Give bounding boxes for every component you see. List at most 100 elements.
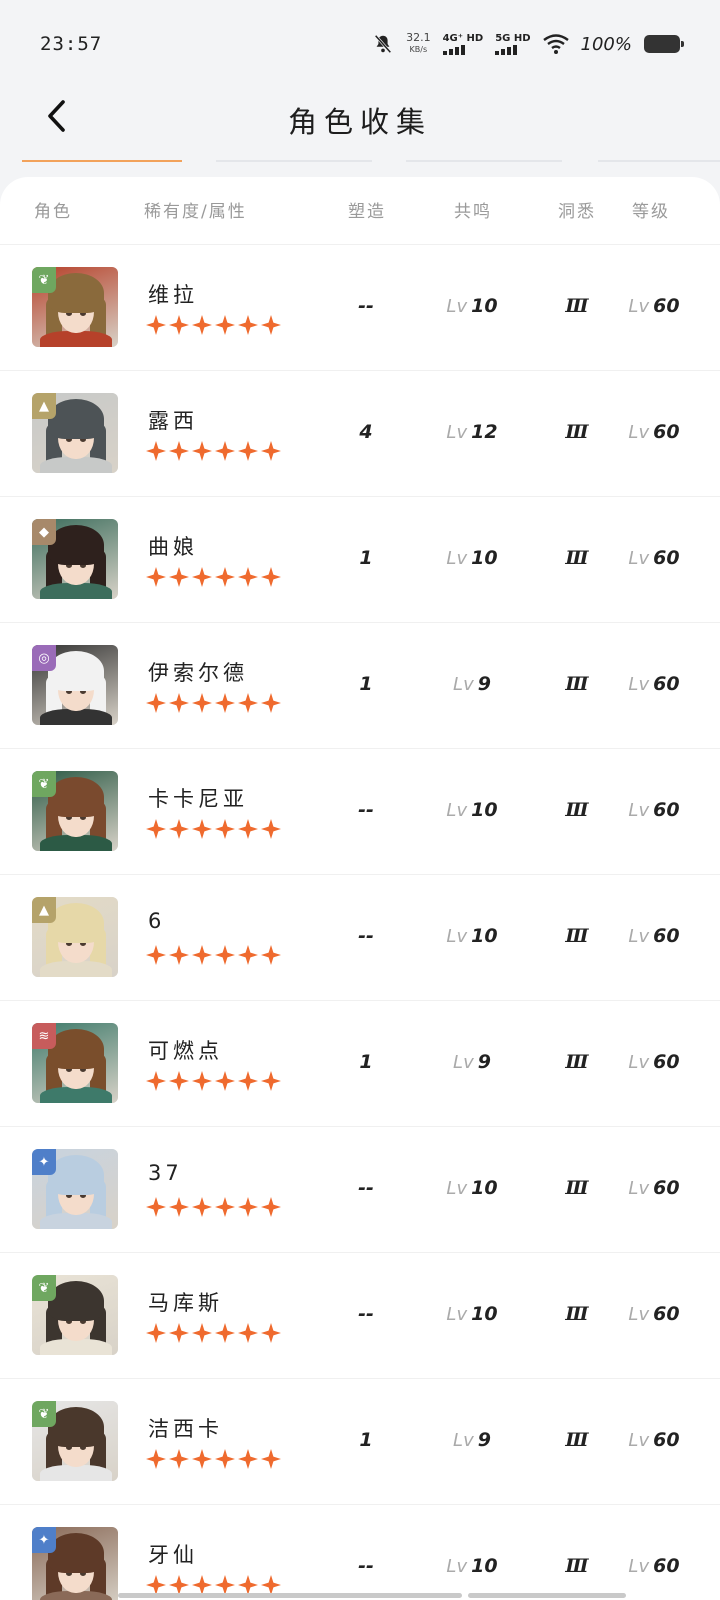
level-value: Lv 60: [628, 673, 679, 695]
insight-value: Ⅲ: [565, 295, 589, 317]
rarity-stars: [146, 315, 281, 335]
table-header: 角色 稀有度/属性 塑造 共鸣 洞悉 等级: [0, 177, 720, 245]
character-avatar[interactable]: ✦: [32, 1149, 118, 1229]
table-row[interactable]: ❦ 卡卡尼亚 -- Lv 10 Ⅲ Lv 60: [0, 749, 720, 875]
rarity-star-icon: [169, 1323, 189, 1343]
character-avatar[interactable]: ✦: [32, 1527, 118, 1600]
character-name: 马库斯: [148, 1291, 223, 1315]
rarity-star-icon: [169, 945, 189, 965]
resonance-value: Lv 9: [453, 1429, 491, 1451]
character-avatar[interactable]: ❦: [32, 1401, 118, 1481]
insight-value: Ⅲ: [565, 799, 589, 821]
level-value: Lv 60: [628, 1303, 679, 1325]
resonance-level: 10: [471, 295, 498, 317]
character-avatar[interactable]: ❦: [32, 771, 118, 851]
character-name: 37: [148, 1161, 183, 1185]
character-level: 60: [653, 1177, 680, 1199]
character-avatar[interactable]: ❦: [32, 1275, 118, 1355]
col-character: 角色: [34, 202, 72, 222]
avatar-clothing: [40, 835, 112, 851]
rarity-star-icon: [169, 1197, 189, 1217]
leaf-icon: ❦: [32, 1275, 56, 1301]
insight-value: Ⅲ: [565, 673, 589, 695]
remold-value: 4: [359, 421, 373, 443]
character-avatar[interactable]: ❦: [32, 267, 118, 347]
level-value: Lv 60: [628, 1429, 679, 1451]
level-value: Lv 60: [628, 547, 679, 569]
table-row[interactable]: ❦ 维拉 -- Lv 10 Ⅲ Lv 60: [0, 245, 720, 371]
rarity-star-icon: [146, 1575, 166, 1595]
character-avatar[interactable]: ≋: [32, 1023, 118, 1103]
lv-prefix: Lv: [628, 800, 650, 821]
tab-indicator-3[interactable]: [406, 160, 562, 162]
rarity-star-icon: [238, 1323, 258, 1343]
back-button[interactable]: [34, 94, 78, 138]
rarity-star-icon: [169, 693, 189, 713]
table-row[interactable]: ❦ 马库斯 -- Lv 10 Ⅲ Lv 60: [0, 1253, 720, 1379]
tab-indicator-4[interactable]: [598, 160, 720, 162]
table-row[interactable]: ▲ 露西 4 Lv 12 Ⅲ Lv 60: [0, 371, 720, 497]
lv-prefix: Lv: [446, 1304, 468, 1325]
character-level: 60: [653, 295, 680, 317]
rarity-stars: [146, 1197, 281, 1217]
rarity-star-icon: [238, 819, 258, 839]
status-bar: 23:57 32.1 KB/s 4G⁺ HD 5G HD 100%: [0, 0, 720, 88]
avatar-hair: [48, 1029, 104, 1069]
tab-indicator-2[interactable]: [216, 160, 372, 162]
insight-value: Ⅲ: [565, 421, 589, 443]
resonance-level: 10: [471, 1303, 498, 1325]
rarity-star-icon: [215, 945, 235, 965]
status-time: 23:57: [40, 33, 103, 55]
character-avatar[interactable]: ▲: [32, 897, 118, 977]
page-title: 角色收集: [287, 105, 432, 139]
lv-prefix: Lv: [446, 1556, 468, 1577]
resonance-value: Lv 10: [446, 1555, 497, 1577]
remold-value: 1: [359, 1051, 373, 1073]
table-row[interactable]: ✦ 牙仙 -- Lv 10 Ⅲ Lv 60: [0, 1505, 720, 1600]
tab-indicator-1[interactable]: [22, 160, 182, 162]
level-value: Lv 60: [628, 1177, 679, 1199]
rarity-star-icon: [146, 1323, 166, 1343]
table-row[interactable]: ❦ 洁西卡 1 Lv 9 Ⅲ Lv 60: [0, 1379, 720, 1505]
table-row[interactable]: ◎ 伊索尔德 1 Lv 9 Ⅲ Lv 60: [0, 623, 720, 749]
level-value: Lv 60: [628, 799, 679, 821]
remold-value: --: [358, 295, 374, 317]
table-row[interactable]: ◆ 曲娘 1 Lv 10 Ⅲ Lv 60: [0, 497, 720, 623]
resonance-value: Lv 10: [446, 925, 497, 947]
remold-value: --: [358, 1555, 374, 1577]
lv-prefix: Lv: [628, 1430, 650, 1451]
rarity-star-icon: [146, 693, 166, 713]
rarity-star-icon: [238, 1071, 258, 1091]
table-row[interactable]: ≋ 可燃点 1 Lv 9 Ⅲ Lv 60: [0, 1001, 720, 1127]
rarity-star-icon: [146, 1071, 166, 1091]
rarity-stars: [146, 1071, 281, 1091]
insight-value: Ⅲ: [565, 1177, 589, 1199]
lv-prefix: Lv: [446, 422, 468, 443]
leaf-icon: ❦: [32, 267, 56, 293]
rarity-star-icon: [261, 1449, 281, 1469]
lv-prefix: Lv: [453, 1052, 474, 1073]
character-avatar[interactable]: ◎: [32, 645, 118, 725]
lv-prefix: Lv: [628, 422, 650, 443]
rarity-star-icon: [215, 567, 235, 587]
resonance-level: 10: [471, 1555, 498, 1577]
avatar-clothing: [40, 1213, 112, 1229]
rarity-star-icon: [192, 1323, 212, 1343]
tab-strip: [0, 160, 720, 164]
table-row[interactable]: ▲ 6 -- Lv 10 Ⅲ Lv 60: [0, 875, 720, 1001]
flame-icon: ≋: [32, 1023, 56, 1049]
character-avatar[interactable]: ▲: [32, 393, 118, 473]
character-avatar[interactable]: ◆: [32, 519, 118, 599]
avatar-hair: [48, 777, 104, 817]
rarity-star-icon: [169, 1449, 189, 1469]
table-row[interactable]: ✦ 37 -- Lv 10 Ⅲ Lv 60: [0, 1127, 720, 1253]
rarity-star-icon: [215, 693, 235, 713]
level-value: Lv 60: [628, 1555, 679, 1577]
rarity-star-icon: [146, 1197, 166, 1217]
rarity-star-icon: [192, 441, 212, 461]
rarity-star-icon: [238, 945, 258, 965]
resonance-value: Lv 9: [453, 673, 491, 695]
rarity-star-icon: [146, 1449, 166, 1469]
resonance-level: 10: [471, 925, 498, 947]
rarity-star-icon: [146, 567, 166, 587]
